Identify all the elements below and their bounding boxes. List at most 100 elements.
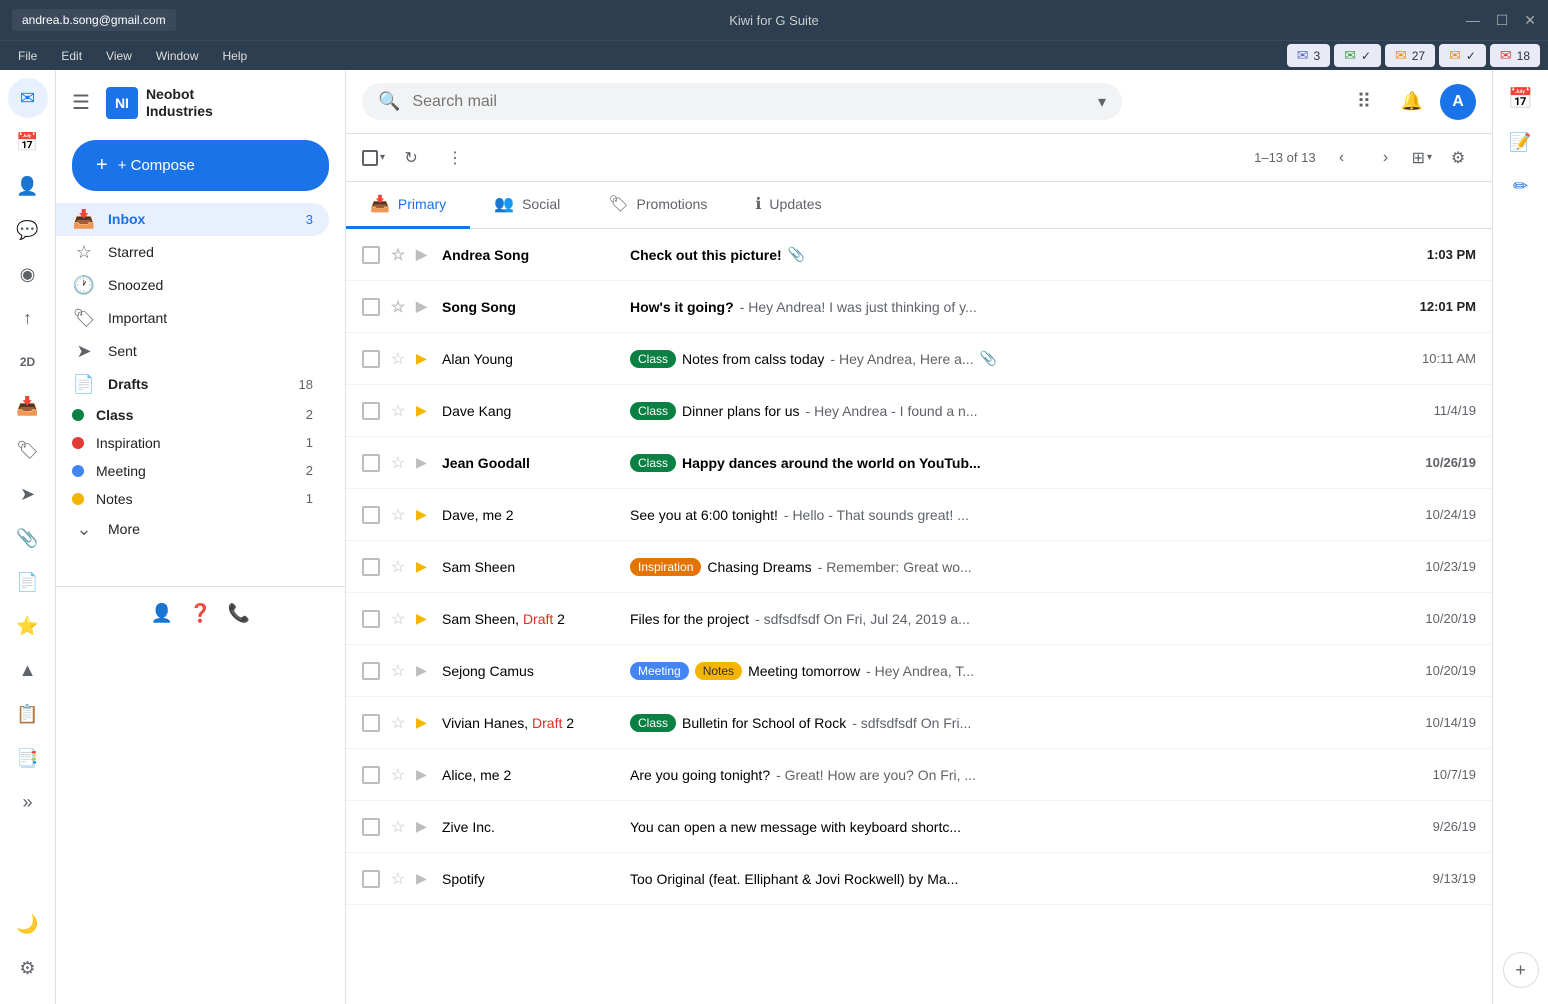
icon-bar-send[interactable]: ➤ xyxy=(8,474,48,514)
icon-bar-clip[interactable]: 📎 xyxy=(8,518,48,558)
icon-bar-chat[interactable]: 💬 xyxy=(8,210,48,250)
star-button[interactable]: ☆ xyxy=(388,505,408,525)
sidebar-item-notes[interactable]: Notes 1 xyxy=(56,485,329,513)
email-row[interactable]: ☆ ▶ Alice, me 2 Are you going tonight? -… xyxy=(346,749,1492,801)
important-button[interactable]: ▶ xyxy=(416,818,434,835)
important-button[interactable]: ▶ xyxy=(416,402,434,419)
view-selector[interactable]: ⊞ ▾ xyxy=(1412,148,1432,168)
email-row[interactable]: ☆ ▶ Spotify Too Original (feat. Elliphan… xyxy=(346,853,1492,905)
sidebar-item-inbox[interactable]: 📥 Inbox 3 xyxy=(56,203,329,236)
icon-bar-tag[interactable]: 🏷 xyxy=(8,430,48,470)
email-checkbox[interactable] xyxy=(362,350,380,368)
checkbox-icon[interactable] xyxy=(362,150,378,166)
search-dropdown-icon[interactable]: ▾ xyxy=(1098,92,1106,112)
titlebar-account[interactable]: andrea.b.song@gmail.com xyxy=(12,9,176,31)
email-row[interactable]: ☆ ▶ Alan Young Class Notes from calss to… xyxy=(346,333,1492,385)
email-row[interactable]: ☆ ▶ Song Song How's it going? - Hey Andr… xyxy=(346,281,1492,333)
more-options-button[interactable]: ⋮ xyxy=(437,140,473,176)
icon-bar-triangle[interactable]: ▲ xyxy=(8,650,48,690)
right-notes-icon[interactable]: 📝 xyxy=(1501,122,1541,162)
icon-bar-list[interactable]: 📋 xyxy=(8,694,48,734)
important-button[interactable]: ▶ xyxy=(416,350,434,367)
menu-file[interactable]: File xyxy=(8,45,47,67)
checkbox-chevron-icon[interactable]: ▾ xyxy=(380,152,385,163)
email-row[interactable]: ☆ ▶ Sam Sheen Inspiration Chasing Dreams… xyxy=(346,541,1492,593)
email-row[interactable]: ☆ ▶ Jean Goodall Class Happy dances arou… xyxy=(346,437,1492,489)
sidebar-item-inspiration[interactable]: Inspiration 1 xyxy=(56,429,329,457)
icon-bar-bookmark[interactable]: 📑 xyxy=(8,738,48,778)
star-button[interactable]: ☆ xyxy=(388,349,408,369)
email-row[interactable]: ☆ ▶ Vivian Hanes, Draft 2 Class Bulletin… xyxy=(346,697,1492,749)
email-checkbox[interactable] xyxy=(362,298,380,316)
tab-primary[interactable]: 📥 Primary xyxy=(346,182,470,229)
star-button[interactable]: ☆ xyxy=(388,817,408,837)
tab-updates[interactable]: ℹ Updates xyxy=(731,182,845,229)
icon-bar-contacts[interactable]: 👤 xyxy=(8,166,48,206)
menu-view[interactable]: View xyxy=(96,45,142,67)
star-button[interactable]: ☆ xyxy=(388,453,408,473)
star-button[interactable]: ☆ xyxy=(388,557,408,577)
badge-btn-3[interactable]: ✉ 27 xyxy=(1385,44,1435,67)
email-checkbox[interactable] xyxy=(362,662,380,680)
search-input[interactable] xyxy=(412,93,1086,111)
important-button[interactable]: ▶ xyxy=(416,246,434,263)
star-button[interactable]: ☆ xyxy=(388,245,408,265)
icon-bar-filter[interactable]: ◉ xyxy=(8,254,48,294)
email-checkbox[interactable] xyxy=(362,870,380,888)
search-bar[interactable]: 🔍 ▾ xyxy=(362,83,1122,120)
star-button[interactable]: ☆ xyxy=(388,713,408,733)
icon-bar-inbox2[interactable]: 📥 xyxy=(8,386,48,426)
email-row[interactable]: ☆ ▶ Zive Inc. You can open a new message… xyxy=(346,801,1492,853)
minimize-button[interactable]: — xyxy=(1466,12,1480,29)
add-person-button[interactable]: 👤 xyxy=(151,603,173,624)
email-checkbox[interactable] xyxy=(362,818,380,836)
important-button[interactable]: ▶ xyxy=(416,766,434,783)
sidebar-item-snoozed[interactable]: 🕐 Snoozed xyxy=(56,269,329,302)
star-button[interactable]: ☆ xyxy=(388,661,408,681)
email-row[interactable]: ☆ ▶ Dave Kang Class Dinner plans for us … xyxy=(346,385,1492,437)
email-checkbox[interactable] xyxy=(362,610,380,628)
compose-button[interactable]: + + Compose xyxy=(72,140,329,191)
sidebar-item-starred[interactable]: ☆ Starred xyxy=(56,236,329,269)
icon-bar-arrow-up[interactable]: ↑ xyxy=(8,298,48,338)
icon-bar-calendar[interactable]: 📅 xyxy=(8,122,48,162)
right-calendar-icon[interactable]: 📅 xyxy=(1501,78,1541,118)
settings-button[interactable]: ⚙ xyxy=(1440,140,1476,176)
icon-bar-star2[interactable]: ⭐ xyxy=(8,606,48,646)
email-row[interactable]: ☆ ▶ Andrea Song Check out this picture! … xyxy=(346,229,1492,281)
important-button[interactable]: ▶ xyxy=(416,870,434,887)
email-checkbox[interactable] xyxy=(362,558,380,576)
star-button[interactable]: ☆ xyxy=(388,401,408,421)
star-button[interactable]: ☆ xyxy=(388,765,408,785)
sidebar-item-drafts[interactable]: 📄 Drafts 18 xyxy=(56,368,329,401)
sidebar-item-important[interactable]: 🏷 Important xyxy=(56,302,329,335)
important-button[interactable]: ▶ xyxy=(416,662,434,679)
important-button[interactable]: ▶ xyxy=(416,506,434,523)
email-checkbox[interactable] xyxy=(362,402,380,420)
icon-bar-settings[interactable]: ⚙ xyxy=(8,948,48,988)
sidebar-item-meeting[interactable]: Meeting 2 xyxy=(56,457,329,485)
badge-btn-5[interactable]: ✉ 18 xyxy=(1490,44,1540,67)
menu-edit[interactable]: Edit xyxy=(51,45,92,67)
tab-social[interactable]: 👥 Social xyxy=(470,182,584,229)
star-button[interactable]: ☆ xyxy=(388,869,408,889)
important-button[interactable]: ▶ xyxy=(416,714,434,731)
sidebar-item-class[interactable]: Class 2 xyxy=(56,401,329,429)
email-row[interactable]: ☆ ▶ Dave, me 2 See you at 6:00 tonight! … xyxy=(346,489,1492,541)
important-button[interactable]: ▶ xyxy=(416,610,434,627)
important-button[interactable]: ▶ xyxy=(416,558,434,575)
important-button[interactable]: ▶ xyxy=(416,298,434,315)
important-button[interactable]: ▶ xyxy=(416,454,434,471)
badge-btn-1[interactable]: ✉ 3 xyxy=(1287,44,1330,67)
apps-icon[interactable]: ⠿ xyxy=(1344,82,1384,122)
hamburger-icon[interactable]: ☰ xyxy=(72,90,90,115)
sidebar-item-sent[interactable]: ➤ Sent xyxy=(56,335,329,368)
sidebar-item-more[interactable]: ⌄ More xyxy=(56,513,329,546)
next-page-button[interactable]: › xyxy=(1368,140,1404,176)
tab-promotions[interactable]: 🏷 Promotions xyxy=(584,182,731,229)
phone-button[interactable]: 📞 xyxy=(228,603,250,624)
right-edit-icon[interactable]: ✏ xyxy=(1501,166,1541,206)
close-button[interactable]: ✕ xyxy=(1524,12,1536,29)
icon-bar-expand[interactable]: » xyxy=(8,782,48,822)
icon-bar-moon[interactable]: 🌙 xyxy=(8,904,48,944)
